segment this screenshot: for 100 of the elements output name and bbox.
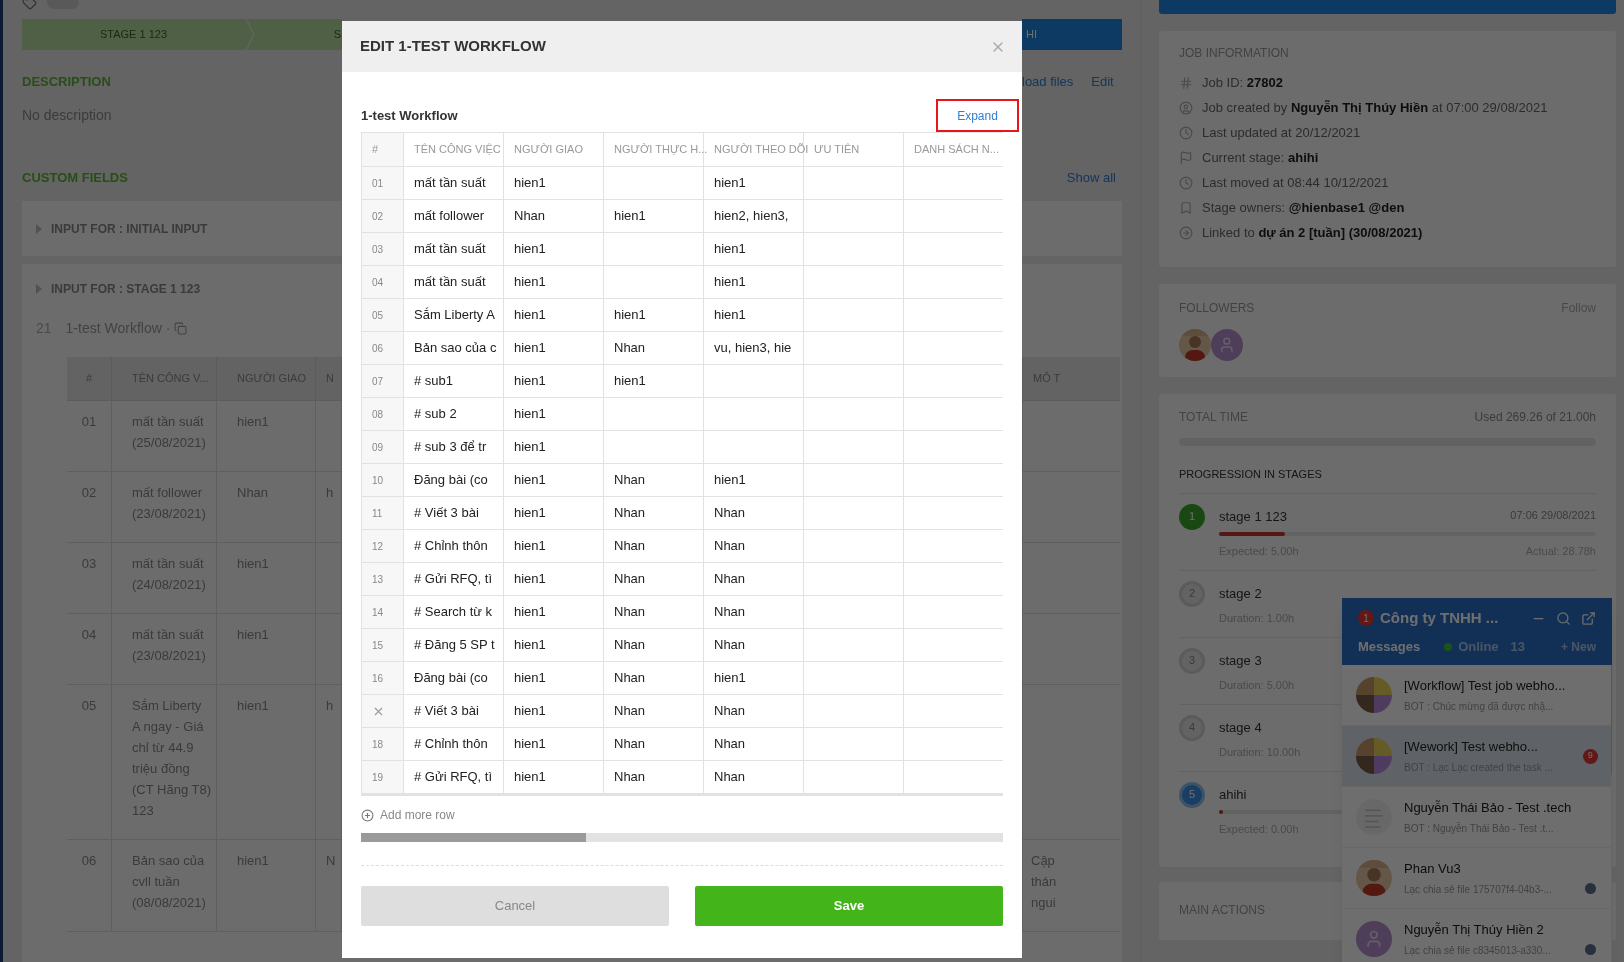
- table-cell[interactable]: Nhan: [604, 662, 704, 695]
- table-cell[interactable]: Nhan: [704, 695, 804, 728]
- table-cell[interactable]: # Đăng 5 SP t: [404, 629, 504, 662]
- table-cell[interactable]: Nhan: [604, 629, 704, 662]
- table-cell[interactable]: [804, 662, 904, 695]
- table-cell[interactable]: [804, 728, 904, 761]
- row-number[interactable]: 16: [362, 662, 404, 695]
- row-number[interactable]: 06: [362, 332, 404, 365]
- table-cell[interactable]: Nhan: [704, 761, 804, 794]
- table-cell[interactable]: # Chỉnh thôn: [404, 530, 504, 563]
- table-cell[interactable]: Nhan: [704, 728, 804, 761]
- table-cell[interactable]: hien1: [504, 530, 604, 563]
- row-number[interactable]: [362, 695, 404, 728]
- table-cell[interactable]: Nhan: [504, 200, 604, 233]
- table-cell[interactable]: Đăng bài (co: [404, 662, 504, 695]
- table-cell[interactable]: # Gửi RFQ, tì: [404, 761, 504, 794]
- table-cell[interactable]: hien1: [504, 365, 604, 398]
- table-cell[interactable]: mất tần suất: [404, 266, 504, 299]
- table-cell[interactable]: hien1: [704, 464, 804, 497]
- table-cell[interactable]: hien1: [604, 200, 704, 233]
- row-number[interactable]: 15: [362, 629, 404, 662]
- row-number[interactable]: 05: [362, 299, 404, 332]
- table-cell[interactable]: # Gửi RFQ, tì: [404, 563, 504, 596]
- table-cell[interactable]: Nhan: [604, 563, 704, 596]
- table-cell[interactable]: [804, 431, 904, 464]
- table-cell[interactable]: [804, 464, 904, 497]
- table-cell[interactable]: [804, 200, 904, 233]
- table-cell[interactable]: hien1: [704, 233, 804, 266]
- popout-icon[interactable]: [1581, 610, 1596, 626]
- table-cell[interactable]: Nhan: [604, 695, 704, 728]
- table-cell[interactable]: # sub 2: [404, 398, 504, 431]
- search-icon[interactable]: [1556, 610, 1571, 626]
- table-cell[interactable]: [804, 695, 904, 728]
- table-cell[interactable]: hien1: [504, 266, 604, 299]
- row-number[interactable]: 19: [362, 761, 404, 794]
- table-cell[interactable]: [804, 497, 904, 530]
- table-cell[interactable]: [804, 530, 904, 563]
- table-cell[interactable]: Nhan: [604, 728, 704, 761]
- table-cell[interactable]: hien1: [504, 596, 604, 629]
- row-number[interactable]: 07: [362, 365, 404, 398]
- table-cell[interactable]: hien1: [504, 497, 604, 530]
- table-cell[interactable]: Nhan: [604, 530, 704, 563]
- table-cell[interactable]: [804, 167, 904, 200]
- table-cell[interactable]: hien1: [604, 299, 704, 332]
- table-cell[interactable]: hien1: [504, 695, 604, 728]
- table-cell[interactable]: # sub 3 để tr: [404, 431, 504, 464]
- table-cell[interactable]: [804, 596, 904, 629]
- add-row-button[interactable]: Add more row: [361, 806, 455, 824]
- row-number[interactable]: 02: [362, 200, 404, 233]
- table-cell[interactable]: Nhan: [604, 464, 704, 497]
- table-cell[interactable]: Nhan: [604, 596, 704, 629]
- table-cell[interactable]: hien1: [504, 464, 604, 497]
- table-cell[interactable]: [804, 266, 904, 299]
- table-cell[interactable]: # sub1: [404, 365, 504, 398]
- table-cell[interactable]: hien1: [704, 299, 804, 332]
- table-cell[interactable]: Sắm Liberty A: [404, 299, 504, 332]
- table-cell[interactable]: [604, 167, 704, 200]
- table-cell[interactable]: hien1: [504, 332, 604, 365]
- table-cell[interactable]: [704, 431, 804, 464]
- table-cell[interactable]: [804, 761, 904, 794]
- row-number[interactable]: 18: [362, 728, 404, 761]
- row-number[interactable]: 10: [362, 464, 404, 497]
- table-cell[interactable]: [804, 233, 904, 266]
- table-cell[interactable]: # Viết 3 bài: [404, 497, 504, 530]
- table-cell[interactable]: hien1: [504, 398, 604, 431]
- table-cell[interactable]: [604, 266, 704, 299]
- table-cell[interactable]: Nhan: [704, 497, 804, 530]
- table-cell[interactable]: [604, 233, 704, 266]
- table-cell[interactable]: mất follower: [404, 200, 504, 233]
- expand-link[interactable]: Expand: [936, 99, 1019, 132]
- table-cell[interactable]: Nhan: [604, 497, 704, 530]
- table-cell[interactable]: Bản sao của c: [404, 332, 504, 365]
- table-cell[interactable]: mất tần suất: [404, 167, 504, 200]
- copy-icon[interactable]: [174, 321, 188, 335]
- table-cell[interactable]: Nhan: [604, 761, 704, 794]
- row-number[interactable]: 12: [362, 530, 404, 563]
- table-cell[interactable]: hien1: [504, 728, 604, 761]
- table-cell[interactable]: hien1: [504, 662, 604, 695]
- table-cell[interactable]: Nhan: [704, 596, 804, 629]
- table-cell[interactable]: # Chỉnh thôn: [404, 728, 504, 761]
- table-cell[interactable]: [604, 431, 704, 464]
- table-cell[interactable]: [704, 398, 804, 431]
- table-cell[interactable]: Nhan: [704, 629, 804, 662]
- table-cell[interactable]: hien1: [704, 266, 804, 299]
- row-number[interactable]: 13: [362, 563, 404, 596]
- table-cell[interactable]: [804, 398, 904, 431]
- table-cell[interactable]: [804, 299, 904, 332]
- table-cell[interactable]: hien1: [504, 431, 604, 464]
- table-cell[interactable]: hien1: [504, 299, 604, 332]
- table-cell[interactable]: Nhan: [704, 563, 804, 596]
- table-cell[interactable]: hien1: [504, 629, 604, 662]
- table-cell[interactable]: hien1: [604, 365, 704, 398]
- table-cell[interactable]: Nhan: [704, 530, 804, 563]
- table-cell[interactable]: hien1: [504, 167, 604, 200]
- table-cell[interactable]: # Search từ k: [404, 596, 504, 629]
- table-cell[interactable]: vu, hien3, hie: [704, 332, 804, 365]
- table-cell[interactable]: [804, 629, 904, 662]
- table-cell[interactable]: mất tần suất: [404, 233, 504, 266]
- table-cell[interactable]: [804, 332, 904, 365]
- table-cell[interactable]: Nhan: [604, 332, 704, 365]
